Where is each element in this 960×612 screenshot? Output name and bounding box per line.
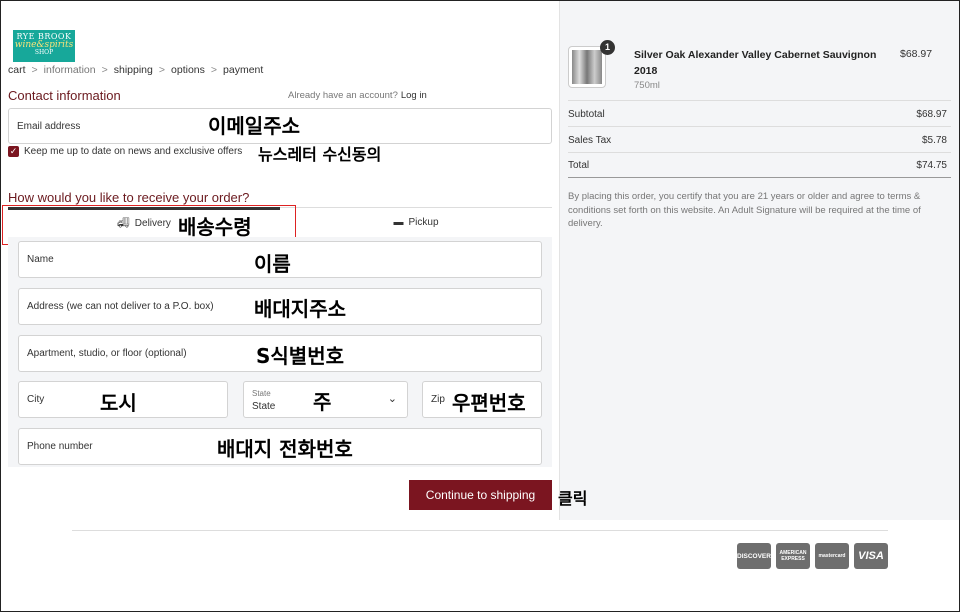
city-placeholder: City (27, 394, 45, 405)
login-prompt: Already have an account? Log in (288, 90, 427, 101)
total-value: $74.75 (916, 160, 947, 171)
annotation-email: 이메일주소 (208, 114, 300, 138)
login-link[interactable]: Log in (401, 90, 427, 101)
chevron-down-icon: ⌄ (387, 393, 397, 405)
tab-pickup[interactable]: ▬ Pickup (280, 207, 552, 237)
divider (568, 126, 951, 127)
subtotal-value: $68.97 (916, 109, 947, 120)
total-label: Total (568, 160, 590, 171)
state-label: State (252, 389, 271, 398)
continue-to-shipping-button[interactable]: Continue to shipping (409, 480, 552, 510)
breadcrumb-payment: payment (223, 64, 264, 76)
phone-placeholder: Phone number (27, 441, 93, 452)
discover-card-icon: DISCOVER (737, 543, 771, 569)
annotation-apartment: S식별번호 (256, 344, 345, 368)
mastercard-icon: mastercard (815, 543, 849, 569)
annotation-city: 도시 (100, 391, 137, 415)
have-account-text: Already have an account? (288, 90, 398, 101)
annotation-click: 클릭 (558, 489, 588, 508)
name-placeholder: Name (27, 254, 54, 265)
apartment-placeholder: Apartment, studio, or floor (optional) (27, 348, 187, 359)
tax-value: $5.78 (921, 135, 947, 146)
tax-label: Sales Tax (568, 135, 612, 146)
breadcrumb-separator: > (101, 64, 108, 76)
delivery-title: How would you like to receive your order… (8, 190, 250, 205)
visa-card-icon: VISA (854, 543, 888, 569)
newsletter-checkbox[interactable]: ✓ (8, 146, 19, 157)
subtotal-label: Subtotal (568, 109, 605, 120)
annotation-state: 주 (313, 390, 332, 414)
divider (568, 177, 951, 178)
breadcrumb-separator: > (158, 64, 166, 76)
annotation-name: 이름 (254, 252, 291, 276)
footer-divider (72, 530, 888, 531)
tab-pickup-label: Pickup (408, 217, 439, 228)
state-value: State (252, 401, 276, 412)
logo-line-3: SHOP (34, 49, 54, 56)
breadcrumb-information: information (43, 64, 96, 76)
breadcrumb-shipping: shipping (113, 64, 153, 76)
newsletter-label: Keep me up to date on news and exclusive… (24, 146, 243, 157)
store-logo[interactable]: RYE BROOK wine&spirits SHOP (13, 30, 75, 62)
divider (568, 100, 951, 101)
breadcrumb: cart > information > shipping > options > paymen… (8, 64, 263, 76)
breadcrumb-separator: > (31, 64, 38, 76)
annotation-address: 배대지주소 (254, 297, 346, 321)
divider (568, 152, 951, 153)
breadcrumb-separator: > (210, 64, 218, 76)
annotation-delivery: 배송수령 (178, 215, 252, 239)
product-price: $68.97 (900, 48, 933, 60)
product-thumbnail (568, 46, 606, 88)
annotation-newsletter: 뉴스레터 수신동의 (258, 145, 382, 164)
product-name: Silver Oak Alexander Valley Cabernet Sau… (634, 49, 877, 77)
contact-title: Contact information (8, 88, 121, 103)
zip-placeholder: Zip (431, 394, 445, 405)
email-placeholder: Email address (17, 120, 81, 132)
annotation-phone: 배대지 전화번호 (217, 437, 353, 461)
total-row: Total $74.75 (568, 160, 951, 171)
breadcrumb-options: options (171, 64, 205, 76)
age-notice: By placing this order, you certify that … (568, 191, 921, 229)
product-size: 750ml (634, 80, 660, 91)
store-icon: ▬ (393, 217, 404, 228)
annotation-zip: 우편번호 (452, 391, 526, 415)
subtotal-row: Subtotal $68.97 (568, 109, 951, 120)
tax-row: Sales Tax $5.78 (568, 135, 951, 146)
quantity-badge: 1 (600, 40, 615, 55)
breadcrumb-cart[interactable]: cart (8, 64, 26, 76)
amex-card-icon: AMERICAN EXPRESS (776, 543, 810, 569)
address-placeholder: Address (we can not deliver to a P.O. bo… (27, 301, 214, 312)
